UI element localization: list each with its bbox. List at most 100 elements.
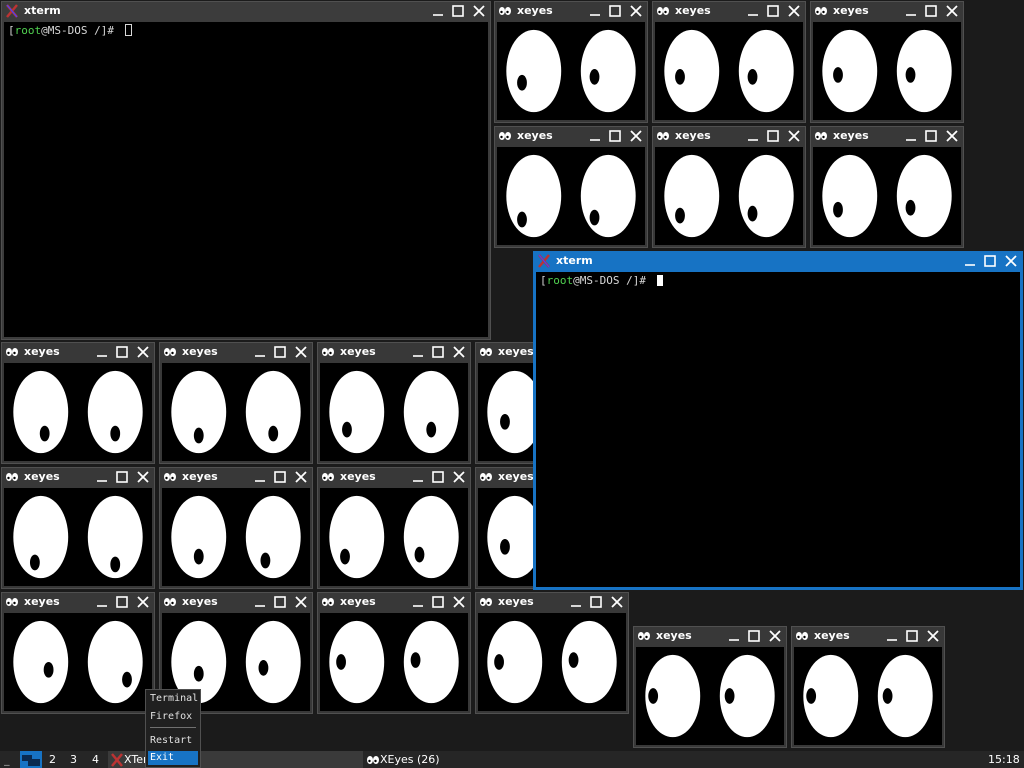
xeyes-window[interactable]: xeyes	[810, 1, 964, 123]
minimize-icon[interactable]	[903, 128, 919, 144]
minimize-icon[interactable]	[745, 128, 761, 144]
maximize-icon[interactable]	[588, 594, 604, 610]
titlebar[interactable]: xeyes	[2, 343, 154, 361]
terminal-area[interactable]: [root@MS-DOS /]#	[4, 22, 488, 337]
titlebar[interactable]: xeyes	[476, 593, 628, 611]
maximize-icon[interactable]	[904, 628, 920, 644]
titlebar[interactable]: xeyes	[160, 343, 312, 361]
titlebar[interactable]: xeyes	[495, 127, 647, 145]
titlebar[interactable]: xeyes	[160, 468, 312, 486]
xeyes-window[interactable]: xeyes	[1, 467, 155, 589]
titlebar[interactable]: xeyes	[653, 2, 805, 20]
xeyes-window[interactable]: xeyes	[633, 626, 787, 748]
titlebar[interactable]: xeyes	[2, 468, 154, 486]
close-icon[interactable]	[135, 344, 151, 360]
maximize-icon[interactable]	[114, 469, 130, 485]
titlebar[interactable]: xeyes	[811, 127, 963, 145]
minimize-icon[interactable]	[962, 253, 978, 269]
minimize-icon[interactable]	[903, 3, 919, 19]
maximize-icon[interactable]	[923, 128, 939, 144]
close-icon[interactable]	[944, 128, 960, 144]
minimize-icon[interactable]	[726, 628, 742, 644]
minimize-icon[interactable]	[410, 594, 426, 610]
titlebar[interactable]: xeyes	[495, 2, 647, 20]
close-icon[interactable]	[767, 628, 783, 644]
minimize-icon[interactable]	[252, 594, 268, 610]
close-icon[interactable]	[451, 594, 467, 610]
minimize-icon[interactable]	[252, 344, 268, 360]
minimize-icon[interactable]	[884, 628, 900, 644]
xeyes-window[interactable]: xeyes	[494, 1, 648, 123]
workspace-3-button[interactable]: 3	[70, 751, 82, 768]
maximize-icon[interactable]	[272, 344, 288, 360]
titlebar[interactable]: xterm	[534, 252, 1022, 270]
xeyes-window[interactable]: xeyes	[475, 592, 629, 714]
terminal-area[interactable]: [root@MS-DOS /]#	[536, 272, 1020, 587]
close-icon[interactable]	[451, 469, 467, 485]
menu-item-restart[interactable]: Restart	[148, 734, 198, 748]
maximize-icon[interactable]	[746, 628, 762, 644]
maximize-icon[interactable]	[272, 469, 288, 485]
close-icon[interactable]	[944, 3, 960, 19]
maximize-icon[interactable]	[114, 594, 130, 610]
close-icon[interactable]	[1003, 253, 1019, 269]
titlebar[interactable]: xeyes	[318, 593, 470, 611]
close-icon[interactable]	[786, 128, 802, 144]
xeyes-window[interactable]: xeyes	[159, 342, 313, 464]
maximize-icon[interactable]	[450, 3, 466, 19]
xeyes-window[interactable]: xeyes	[317, 342, 471, 464]
maximize-icon[interactable]	[765, 128, 781, 144]
titlebar[interactable]: xeyes	[318, 343, 470, 361]
xeyes-window[interactable]: xeyes	[159, 467, 313, 589]
close-icon[interactable]	[471, 3, 487, 19]
titlebar[interactable]: xeyes	[160, 593, 312, 611]
xterm-window-active[interactable]: xterm [root@MS-DOS /]#	[533, 251, 1023, 590]
xeyes-window[interactable]: xeyes	[791, 626, 945, 748]
maximize-icon[interactable]	[114, 344, 130, 360]
menu-item-firefox[interactable]: Firefox	[148, 710, 198, 724]
minimize-icon[interactable]	[410, 469, 426, 485]
titlebar[interactable]: xeyes	[811, 2, 963, 20]
maximize-icon[interactable]	[982, 253, 998, 269]
maximize-icon[interactable]	[272, 594, 288, 610]
close-icon[interactable]	[135, 469, 151, 485]
close-icon[interactable]	[135, 594, 151, 610]
xeyes-window[interactable]: xeyes	[652, 126, 806, 248]
minimize-icon[interactable]	[587, 3, 603, 19]
close-icon[interactable]	[451, 344, 467, 360]
workspace-2-button[interactable]: 2	[49, 751, 61, 768]
xeyes-window[interactable]: xeyes	[652, 1, 806, 123]
workspace-1-pager[interactable]	[20, 751, 42, 768]
minimize-icon[interactable]	[410, 344, 426, 360]
menu-item-exit[interactable]: Exit	[148, 751, 198, 765]
titlebar[interactable]: xeyes	[2, 593, 154, 611]
menu-item-terminal[interactable]: Terminal	[148, 692, 198, 706]
minimize-icon[interactable]	[745, 3, 761, 19]
maximize-icon[interactable]	[430, 594, 446, 610]
close-icon[interactable]	[609, 594, 625, 610]
xterm-window-1[interactable]: xterm [root@MS-DOS /]#	[1, 1, 491, 340]
close-icon[interactable]	[628, 128, 644, 144]
titlebar[interactable]: xeyes	[318, 468, 470, 486]
taskbar-menu-button[interactable]: _	[4, 751, 18, 768]
xeyes-window[interactable]: xeyes	[1, 592, 155, 714]
minimize-icon[interactable]	[430, 3, 446, 19]
close-icon[interactable]	[293, 594, 309, 610]
minimize-icon[interactable]	[252, 469, 268, 485]
maximize-icon[interactable]	[607, 128, 623, 144]
close-icon[interactable]	[293, 469, 309, 485]
close-icon[interactable]	[925, 628, 941, 644]
maximize-icon[interactable]	[923, 3, 939, 19]
maximize-icon[interactable]	[430, 344, 446, 360]
xeyes-window[interactable]: xeyes	[810, 126, 964, 248]
xeyes-window[interactable]: xeyes	[317, 592, 471, 714]
maximize-icon[interactable]	[607, 3, 623, 19]
xeyes-window[interactable]: xeyes	[494, 126, 648, 248]
xeyes-window[interactable]: xeyes	[1, 342, 155, 464]
minimize-icon[interactable]	[94, 344, 110, 360]
xeyes-window[interactable]: xeyes	[317, 467, 471, 589]
titlebar[interactable]: xeyes	[653, 127, 805, 145]
minimize-icon[interactable]	[94, 594, 110, 610]
workspace-4-button[interactable]: 4	[92, 751, 104, 768]
close-icon[interactable]	[628, 3, 644, 19]
